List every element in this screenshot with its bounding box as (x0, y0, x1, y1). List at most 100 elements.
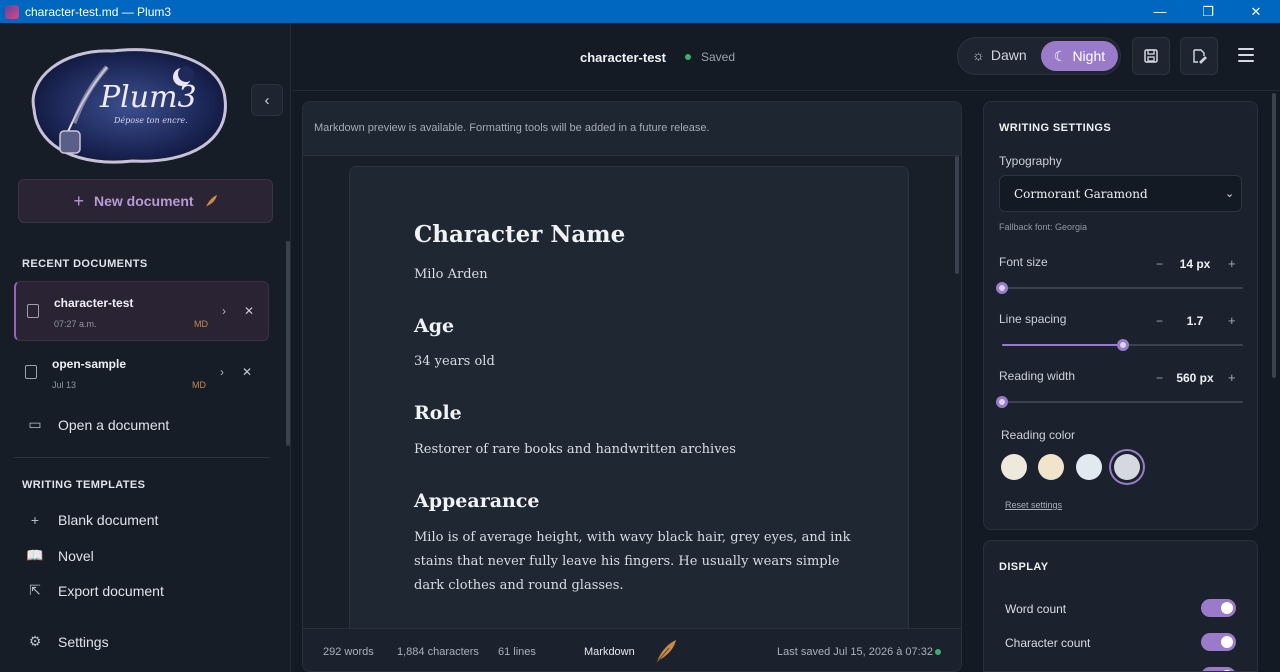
close-window-button[interactable]: ✕ (1232, 0, 1280, 23)
document-name: character-test (54, 296, 134, 310)
feather-icon (656, 640, 676, 663)
font-size-label: Font size (999, 255, 1048, 269)
reading-width-label: Reading width (999, 369, 1076, 383)
word-count-toggle[interactable] (1201, 599, 1236, 617)
slider-handle[interactable] (996, 396, 1008, 408)
settings-button[interactable]: ⚙ Settings (26, 633, 109, 650)
status-bar: 292 words 1,884 characters 61 lines Mark… (303, 628, 961, 671)
editor: Markdown preview is available. Formattin… (302, 101, 962, 672)
chevron-right-icon[interactable]: › (220, 365, 224, 379)
reset-settings-link[interactable]: Reset settings (1005, 500, 1062, 510)
font-size-slider[interactable] (996, 282, 1243, 294)
last-saved: Last saved Jul 15, 2026 à 07:32 (777, 646, 933, 658)
font-size-increase[interactable]: + (1228, 256, 1236, 271)
reading-color-swatch[interactable] (1114, 454, 1140, 480)
slider-handle[interactable] (1116, 339, 1129, 351)
window-title: character-test.md — Plum3 (25, 4, 172, 19)
fallback-font-hint: Fallback font: Georgia (999, 222, 1088, 232)
edit-document-icon (1193, 49, 1207, 64)
reading-width-slider[interactable] (996, 396, 1243, 408)
typography-label: Typography (999, 154, 1062, 168)
main-scrollbar[interactable] (1272, 93, 1276, 378)
editor-scrollbar[interactable] (955, 156, 959, 274)
reading-width-value: 560 px (1176, 371, 1214, 385)
minimize-button[interactable]: — (1136, 0, 1184, 23)
open-document-label: Open a document (58, 416, 170, 433)
font-size-decrease[interactable]: − (1156, 257, 1163, 271)
reading-color-swatch[interactable] (1038, 454, 1064, 480)
title-bar: character-test.md — Plum3 — ❐ ✕ (0, 0, 1280, 23)
plum3-logo: Plum3 Dépose ton encre. (31, 48, 227, 164)
writing-settings-title: WRITING SETTINGS (999, 122, 1112, 134)
moon-icon: ☾ (1053, 47, 1067, 64)
export-icon: ⇱ (29, 582, 41, 598)
recent-documents-title: RECENT DOCUMENTS (22, 258, 148, 270)
template-label: Novel (58, 547, 94, 564)
reading-width-decrease[interactable]: − (1156, 371, 1163, 385)
saved-status: Saved (701, 50, 736, 64)
saved-status-dot (935, 649, 941, 655)
line-spacing-decrease[interactable]: − (1156, 314, 1163, 328)
document-title: character-test (580, 50, 666, 65)
heading-role: Role (414, 402, 462, 424)
file-icon (25, 365, 37, 379)
paragraph-appearance: Milo is of average height, with wavy bla… (414, 530, 851, 593)
template-blank-document[interactable]: + Blank document (26, 512, 159, 528)
line-count: 61 lines (498, 646, 536, 658)
font-size-value: 14 px (1179, 257, 1211, 271)
reading-color-swatch[interactable] (1001, 454, 1027, 480)
reading-color-label: Reading color (1001, 428, 1076, 442)
character-count: 1,884 characters (397, 646, 479, 658)
template-label: Export document (58, 582, 164, 599)
template-novel[interactable]: 📖 Novel (26, 547, 94, 564)
paragraph-age: 34 years old (414, 354, 495, 369)
paragraph-role: Restorer of rare books and handwritten a… (414, 442, 736, 457)
open-document-button[interactable]: ▭ Open a document (26, 416, 169, 433)
menu-button[interactable] (1238, 48, 1254, 62)
recent-document-item[interactable]: character-test 07:27 a.m. MD › ✕ (14, 281, 269, 341)
theme-night-option[interactable]: ☾ Night (1041, 41, 1118, 71)
character-count-toggle[interactable] (1201, 633, 1236, 651)
settings-label: Settings (58, 633, 109, 650)
theme-toggle[interactable]: ☼ Dawn ☾ Night (957, 37, 1121, 75)
document-time: Jul 13 (52, 380, 77, 390)
heading-appearance: Appearance (414, 490, 540, 512)
export-document-button[interactable]: ⇱ Export document (26, 582, 164, 599)
document-extension: MD (192, 380, 206, 390)
recent-document-item[interactable]: open-sample Jul 13 MD › ✕ (14, 343, 269, 403)
sun-icon: ☼ (972, 47, 985, 63)
display-panel: DISPLAY Word count Character count (983, 540, 1258, 672)
typography-select[interactable]: Cormorant Garamond ⌄ (999, 175, 1242, 212)
line-spacing-increase[interactable]: + (1228, 313, 1236, 328)
line-spacing-slider[interactable] (1002, 339, 1243, 351)
reading-width-increase[interactable]: + (1228, 370, 1236, 385)
saved-status-dot (685, 54, 691, 60)
document-extension: MD (194, 319, 208, 329)
edit-document-button[interactable] (1180, 37, 1218, 75)
feather-icon (205, 195, 217, 207)
reading-color-swatch[interactable] (1076, 454, 1102, 480)
writing-templates-title: WRITING TEMPLATES (22, 479, 146, 491)
gear-icon: ⚙ (28, 633, 42, 649)
slider-handle[interactable] (996, 282, 1008, 294)
save-button[interactable] (1132, 37, 1170, 75)
chevron-down-icon: ⌄ (1225, 188, 1235, 200)
close-icon[interactable]: ✕ (242, 365, 252, 379)
document-page[interactable]: Character Name Milo Arden Age 34 years o… (349, 166, 909, 628)
close-icon[interactable]: ✕ (244, 304, 254, 318)
preview-area[interactable]: Character Name Milo Arden Age 34 years o… (303, 156, 961, 628)
sidebar-scrollbar[interactable] (286, 241, 290, 446)
next-toggle[interactable] (1201, 667, 1236, 671)
book-icon: 📖 (26, 547, 44, 563)
document-name: open-sample (52, 357, 127, 371)
theme-dawn-option[interactable]: ☼ Dawn (972, 47, 1027, 63)
character-count-toggle-label: Character count (1005, 636, 1091, 650)
new-document-button[interactable]: + New document (18, 179, 273, 223)
chevron-right-icon[interactable]: › (222, 304, 226, 318)
heading-age: Age (414, 315, 455, 337)
plus-icon: + (30, 512, 40, 528)
document-time: 07:27 a.m. (54, 319, 97, 329)
maximize-button[interactable]: ❐ (1184, 0, 1232, 23)
collapse-sidebar-button[interactable]: ‹ (251, 84, 283, 116)
divider (14, 457, 270, 458)
